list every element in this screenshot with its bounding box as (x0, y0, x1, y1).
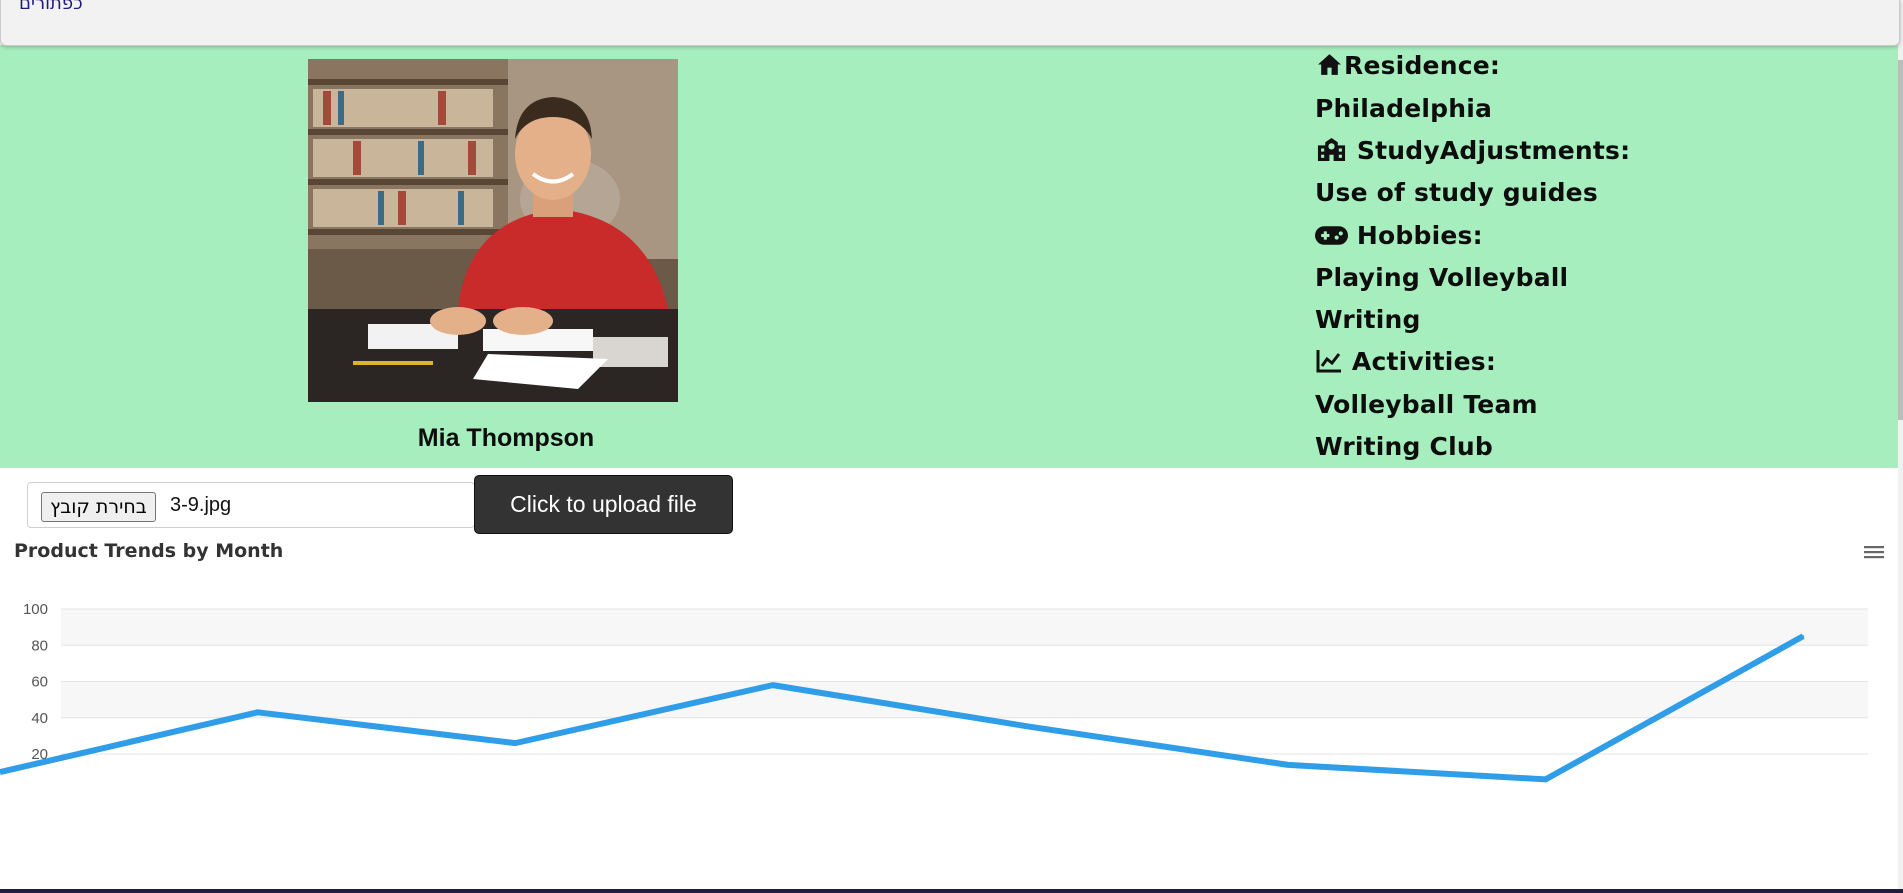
data-point[interactable] (771, 684, 774, 687)
upload-file-button[interactable]: Click to upload file (474, 475, 733, 534)
line-chart: 10080604020 (0, 601, 1868, 783)
activity-item: Writing Club (1315, 432, 1493, 461)
y-tick-label: 80 (31, 637, 48, 654)
data-point[interactable] (1802, 635, 1805, 638)
data-point[interactable] (1029, 725, 1032, 728)
hobby-item: Writing (1315, 305, 1421, 334)
chart-title: Product Trends by Month (14, 540, 284, 562)
student-name: Mia Thompson (417, 424, 595, 452)
data-point[interactable] (256, 711, 259, 714)
y-tick-label: 60 (31, 674, 48, 691)
taskbar-edge (0, 889, 1903, 893)
top-navigation-bar: כפתורים (0, 0, 1900, 46)
plot-band (61, 681, 1868, 718)
activities-heading: Activities: (1315, 347, 1496, 376)
hobby-item: Playing Volleyball (1315, 263, 1569, 292)
hamburger-menu-icon[interactable] (1862, 542, 1886, 562)
study-adjustments-value: Use of study guides (1315, 178, 1598, 207)
y-tick-label: 100 (23, 601, 48, 618)
selected-file-name: 3-9.jpg (170, 494, 232, 516)
student-photo (308, 59, 678, 402)
data-point[interactable] (514, 742, 517, 745)
plot-band (61, 609, 1868, 646)
student-profile-panel: Mia Thompson Residence: Philadelphia Stu… (0, 45, 1898, 468)
activity-item: Volleyball Team (1315, 390, 1538, 419)
hobbies-heading: Hobbies: (1315, 221, 1483, 250)
school-icon (1317, 138, 1346, 161)
residence-value: Philadelphia (1315, 94, 1493, 123)
data-point[interactable] (1544, 778, 1547, 781)
choose-file-button[interactable]: בחירת קובץ (41, 492, 156, 522)
home-icon (1318, 54, 1341, 75)
line-chart-icon (1316, 350, 1341, 373)
scrollbar-thumb[interactable] (1898, 60, 1903, 420)
residence-heading: Residence: (1315, 51, 1500, 80)
vertical-scrollbar[interactable] (1898, 0, 1903, 889)
file-input[interactable]: בחירת קובץ 3-9.jpg (27, 482, 475, 528)
buttons-nav-link[interactable]: כפתורים (19, 0, 83, 14)
study-adjustments-heading: StudyAdjustments: (1315, 136, 1630, 165)
data-point[interactable] (1287, 763, 1289, 766)
gamepad-icon (1315, 226, 1348, 245)
y-tick-label: 40 (31, 710, 48, 727)
